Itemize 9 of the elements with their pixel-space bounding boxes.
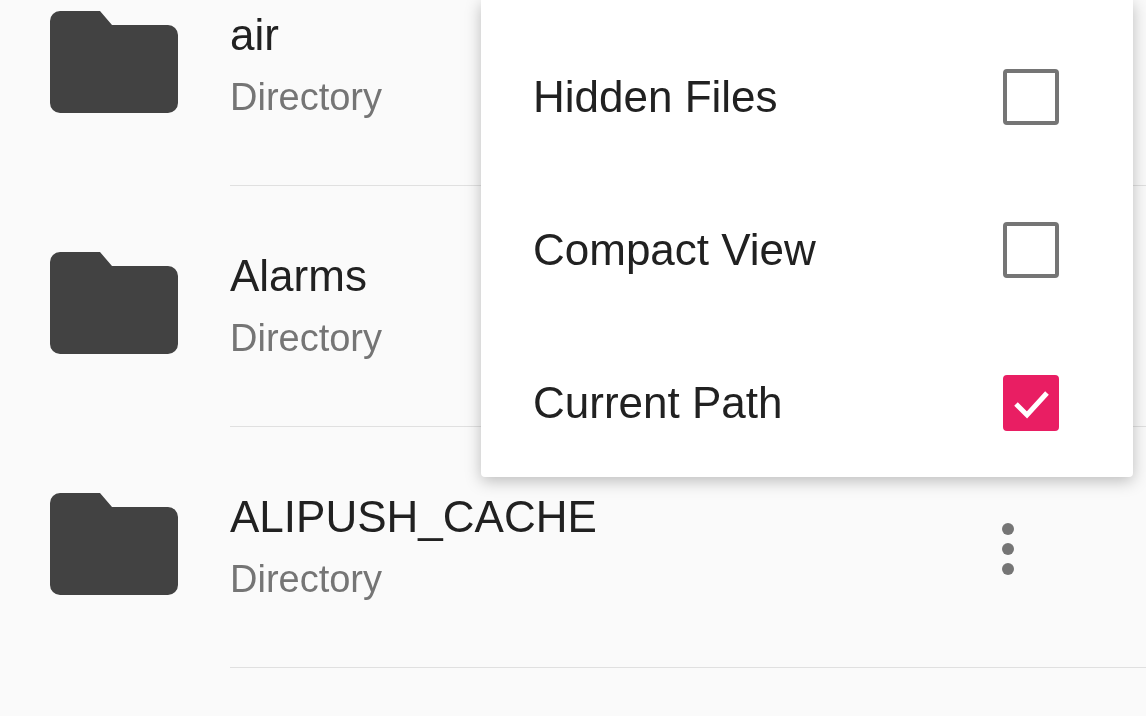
menu-item-label: Hidden Files [533,71,778,122]
file-type: Directory [230,75,383,120]
menu-item-label: Compact View [533,224,816,275]
file-name: ALIPUSH_CACHE [230,491,597,543]
file-name: air [230,9,280,61]
file-name: Alarms [230,250,368,302]
file-type: Directory [230,316,383,361]
menu-item-label: Current Path [533,377,783,428]
file-type: Directory [230,557,384,602]
